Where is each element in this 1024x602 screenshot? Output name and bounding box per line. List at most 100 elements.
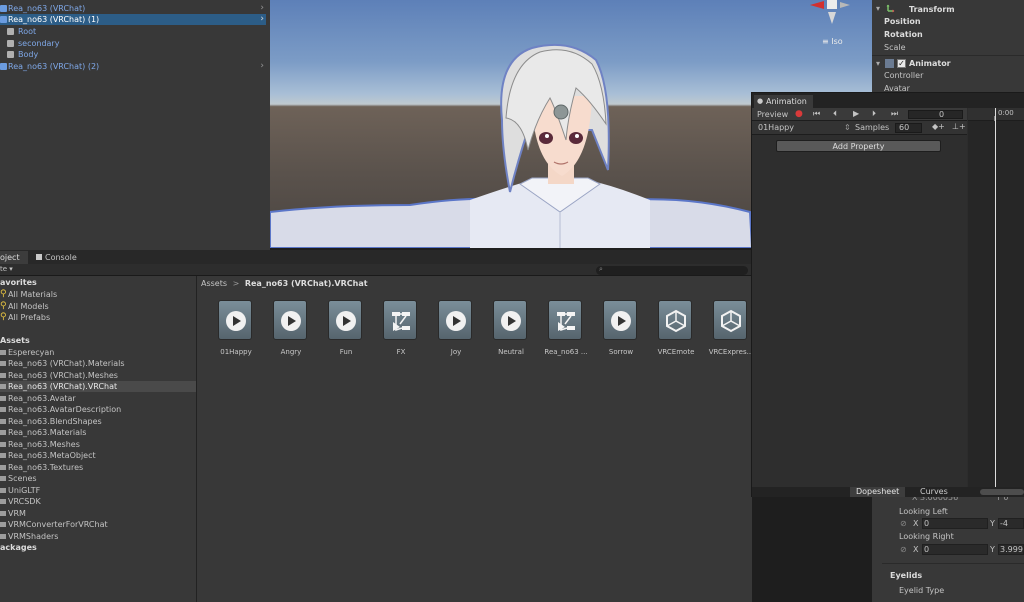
tree-item-folder[interactable]: Scenes [0,473,196,484]
animation-timeline[interactable]: 0:00 [968,108,1024,487]
tree-item-folder[interactable]: UniGLTF [0,485,196,496]
add-event-icon[interactable]: ⊥+ [952,122,966,131]
clip-dropdown[interactable]: 01Happy [758,123,794,132]
looking-left-y-label: Y [990,519,995,528]
timeline-ruler[interactable]: 0:00 [968,108,1024,121]
add-keyframe-icon[interactable]: ◆+ [932,122,945,131]
asset-item[interactable]: 01Happy [210,300,262,364]
tree-item-folder[interactable]: VRMShaders [0,531,196,542]
samples-field[interactable]: 60 [895,123,922,133]
tree-item-folder[interactable]: VRM [0,508,196,519]
folder-icon [0,476,6,481]
asset-label: Joy [450,348,462,356]
first-frame-icon[interactable]: ⏮ [813,109,820,119]
asset-label: Rea_no63 ... [544,348,588,356]
tree-item-label: Rea_no63 (VRChat).Materials [8,359,125,368]
tree-item-label: Rea_no63 (VRChat).Meshes [8,371,118,380]
hierarchy-row[interactable]: Body [0,49,266,60]
tree-item-folder[interactable]: Rea_no63.Textures [0,462,196,473]
looking-left-label: Looking Left [899,507,948,516]
tree-item-folder[interactable]: Rea_no63.Avatar [0,393,196,404]
tab-dopesheet[interactable]: Dopesheet [850,487,906,497]
last-frame-icon[interactable]: ⏭ [891,109,898,119]
chevron-right-icon[interactable]: › [260,14,264,25]
tab-animation[interactable]: Animation [754,95,813,108]
looking-right-x-field[interactable]: 0 [922,544,988,555]
breadcrumb-root[interactable]: Assets [201,279,227,288]
tree-item-folder[interactable]: Rea_no63.BlendShapes [0,416,196,427]
axis-gizmo-center-icon[interactable] [827,0,837,9]
dropdown-arrows-icon: ⇕ [844,123,851,132]
favorites-header[interactable]: avorites [0,277,196,288]
asset-item[interactable]: Fun [320,300,372,364]
horizontal-scrollbar[interactable] [980,489,1024,495]
looking-right-y-field[interactable]: 3.999 [998,544,1024,555]
folder-icon [0,453,6,458]
chevron-right-icon[interactable]: › [260,3,264,14]
previous-frame-icon[interactable]: ⏴ [833,109,837,119]
looking-right-x-label: X [913,545,919,554]
tab-console[interactable]: Console [32,251,81,264]
looking-left-x-field[interactable]: 0 [922,518,988,529]
tree-item-favorite[interactable]: ⚲ All Materials [0,289,196,300]
hierarchy-row[interactable]: Rea_no63 (VRChat) (2) › [0,61,266,72]
unity-asset-icon [713,300,747,340]
hierarchy-row[interactable]: Root [0,26,266,37]
tree-item-favorite[interactable]: ⚲ All Models [0,301,196,312]
tree-item-label: Rea_no63.Meshes [8,440,80,449]
chevron-right-icon[interactable]: › [260,61,264,72]
tree-item-folder[interactable]: Esperecyan [0,347,196,358]
foldout-arrow-icon[interactable]: ▾ [876,4,880,13]
asset-item[interactable]: Sorrow [595,300,647,364]
tree-item-folder[interactable]: VRMConverterForVRChat [0,519,196,530]
tree-item-folder-selected[interactable]: Rea_no63 (VRChat).VRChat [0,381,196,392]
asset-item[interactable]: VRCEmote [650,300,702,364]
tab-curves[interactable]: Curves [914,487,954,497]
tree-item-favorite[interactable]: ⚲ All Prefabs [0,312,196,323]
tree-item-folder[interactable]: Rea_no63.Meshes [0,439,196,450]
link-icon: ⊘ [900,519,907,528]
animation-clip-icon [218,300,252,340]
asset-label: FX [396,348,406,356]
assets-header[interactable]: Assets [0,335,196,346]
hierarchy-row-label: secondary [18,39,60,48]
preview-toggle[interactable]: Preview [757,110,788,119]
hierarchy-row-selected[interactable]: Rea_no63 (VRChat) (1) › [0,14,266,25]
hierarchy-row[interactable]: Rea_no63 (VRChat) › [0,3,266,14]
samples-label: Samples [855,123,890,132]
projection-label[interactable]: ≡ Iso [822,37,843,46]
looking-left-y-field[interactable]: -4 [998,518,1024,529]
asset-item[interactable]: Neutral [485,300,537,364]
folder-icon [0,373,6,378]
divider [872,55,1024,56]
tab-project[interactable]: oject [0,251,28,264]
tree-item-folder[interactable]: Rea_no63 (VRChat).Meshes [0,370,196,381]
frame-field[interactable]: 0 [908,110,963,119]
asset-item[interactable]: VRCExpres... [705,300,757,364]
animation-property-list: Add Property [752,135,967,487]
tree-item-folder[interactable]: Rea_no63.MetaObject [0,450,196,461]
hierarchy-row[interactable]: secondary [0,38,266,49]
tree-item-folder[interactable]: Rea_no63 (VRChat).Materials [0,358,196,369]
tree-item-folder[interactable]: VRCSDK [0,496,196,507]
search-input[interactable]: ⌕ [596,265,748,275]
eyelid-type-label: Eyelid Type [899,586,945,595]
add-property-button[interactable]: Add Property [776,140,941,152]
asset-item[interactable]: Joy [430,300,482,364]
tree-item-label: Rea_no63 (VRChat).VRChat [8,382,118,391]
next-frame-icon[interactable]: ⏵ [872,109,876,119]
foldout-arrow-icon[interactable]: ▾ [876,59,880,68]
timeline-playhead[interactable] [995,108,996,487]
asset-item[interactable]: Angry [265,300,317,364]
packages-header[interactable]: ackages [0,542,196,553]
tree-item-folder[interactable]: Rea_no63.Materials [0,427,196,438]
asset-item[interactable]: Rea_no63 ... [540,300,592,364]
hierarchy-row-label: Rea_no63 (VRChat) (2) [8,62,100,71]
breadcrumb-current[interactable]: Rea_no63 (VRChat).VRChat [245,279,368,288]
create-dropdown[interactable]: te ▾ [0,265,13,273]
play-icon[interactable]: ▶ [853,109,859,118]
animator-enabled-checkbox[interactable]: ✓ [897,59,906,68]
tree-item-folder[interactable]: Rea_no63.AvatarDescription [0,404,196,415]
record-icon[interactable]: ● [795,109,803,119]
asset-item[interactable]: FX [375,300,427,364]
